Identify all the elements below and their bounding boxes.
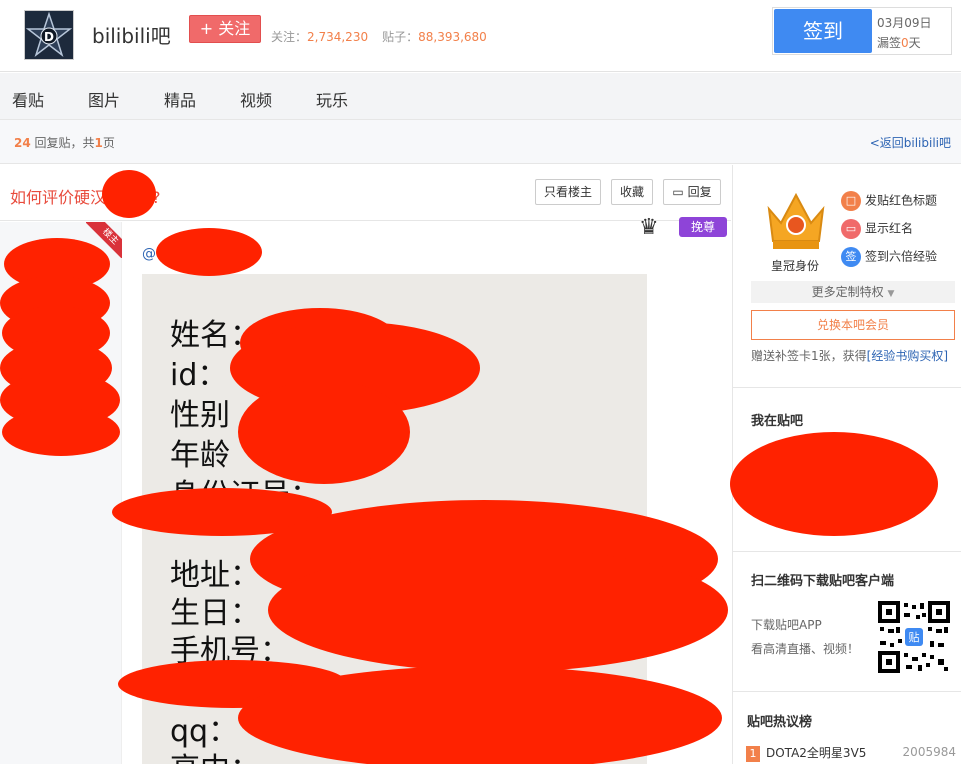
red-name-icon: ▭	[841, 219, 861, 239]
svg-text:D: D	[44, 30, 54, 44]
signin-button[interactable]: 签到	[774, 9, 872, 53]
forum-nav: 看贴 图片 精品 视频 玩乐	[0, 73, 961, 120]
redaction-blob	[268, 548, 728, 672]
hot-topic-title: DOTA2全明星3V5	[766, 746, 867, 760]
star-logo-icon: D	[25, 11, 73, 59]
crown-label: 皇冠身份	[771, 259, 820, 273]
forum-name[interactable]: bilibili吧	[92, 20, 171, 49]
signin-date: 03月09日	[877, 16, 932, 30]
posts-label: 贴子：	[382, 30, 419, 44]
qr-code-icon[interactable]: 贴	[878, 601, 950, 673]
hot-rank: 1	[746, 746, 760, 762]
chevron-down-icon: ▼	[887, 289, 895, 299]
reply-bar: 24 回复贴，共1页 <返回bilibili吧	[0, 120, 961, 164]
favorite-button[interactable]: 收藏	[611, 179, 653, 205]
redaction-blob	[2, 408, 120, 456]
follow-button[interactable]: + 关注	[189, 15, 261, 43]
redaction-blob	[238, 380, 410, 484]
reply-button[interactable]: ▭ 回复	[663, 179, 721, 205]
image-text-line: 年龄	[170, 438, 230, 473]
app-line-2: 看高清直播、视频！	[751, 642, 860, 656]
followers-label: 关注：	[271, 30, 308, 44]
redaction-blob	[730, 432, 938, 536]
red-title-icon: □	[841, 191, 861, 211]
comment-icon: ▭	[672, 185, 688, 199]
back-to-forum-link[interactable]: <返回bilibili吧	[870, 134, 951, 151]
perk-six-exp[interactable]: 签签到六倍经验	[841, 247, 937, 267]
image-text-line: id：	[170, 358, 228, 393]
image-text-line: 性别	[170, 398, 230, 433]
hot-topic-item[interactable]: 1 DOTA2全明星3V5 2005984	[746, 744, 956, 762]
post-badge[interactable]: ♛ 挽尊	[625, 213, 729, 243]
svg-text:贴: 贴	[909, 630, 920, 644]
crown-icon	[767, 192, 825, 249]
nav-fun[interactable]: 玩乐	[316, 87, 348, 111]
forum-stats: 关注：2,734,230 贴子：88,393,680	[271, 28, 487, 45]
crown-icon: ♛	[639, 215, 659, 240]
redaction-blob	[102, 170, 156, 218]
perk-red-title[interactable]: □ 发贴红色标题	[841, 191, 937, 211]
my-forums-title: 我在贴吧	[751, 414, 804, 429]
signin-panel: 签到 03月09日 漏签0天	[772, 7, 952, 55]
qr-title: 扫二维码下载贴吧客户端	[751, 574, 895, 589]
reply-count: 24 回复贴，共1页	[14, 136, 115, 150]
six-exp-icon: 签	[841, 247, 861, 267]
nav-featured[interactable]: 精品	[164, 87, 196, 111]
membership-section: 皇冠身份 □ 发贴红色标题 ▭ 显示红名 签签到六倍经验 更多定制特权 ▼ 兑换本吧…	[733, 165, 961, 388]
only-op-button[interactable]: 只看楼主	[535, 179, 601, 205]
nav-posts[interactable]: 看贴	[12, 87, 44, 111]
posts-count: 88,393,680	[418, 30, 487, 44]
nav-videos[interactable]: 视频	[240, 87, 272, 111]
exchange-membership-button[interactable]: 兑换本吧会员	[751, 310, 955, 340]
hot-topic-count: 2005984	[902, 745, 956, 759]
followers-count: 2,734,230	[307, 30, 369, 44]
redaction-blob	[156, 228, 262, 276]
at-mention[interactable]: @	[142, 246, 156, 262]
exp-book-link[interactable]: [经验书购买权]	[867, 349, 948, 363]
app-line-1: 下载贴吧APP	[751, 618, 822, 632]
image-text-line: 高中：	[170, 744, 260, 764]
hot-topics-title: 贴吧热议榜	[747, 715, 813, 730]
missed-days: 漏签0天	[877, 36, 921, 50]
gift-text: 赠送补签卡1张，获得[经验书购买权]	[751, 349, 949, 363]
badge-tag: 挽尊	[679, 217, 727, 237]
forum-logo[interactable]: D	[24, 10, 74, 60]
perk-red-name[interactable]: ▭ 显示红名	[841, 219, 913, 239]
redaction-blob	[238, 666, 722, 764]
forum-header: D bilibili吧 + 关注 关注：2,734,230 贴子：88,393,6…	[0, 0, 961, 72]
nav-images[interactable]: 图片	[88, 87, 120, 111]
more-perks-button[interactable]: 更多定制特权 ▼	[751, 281, 955, 303]
